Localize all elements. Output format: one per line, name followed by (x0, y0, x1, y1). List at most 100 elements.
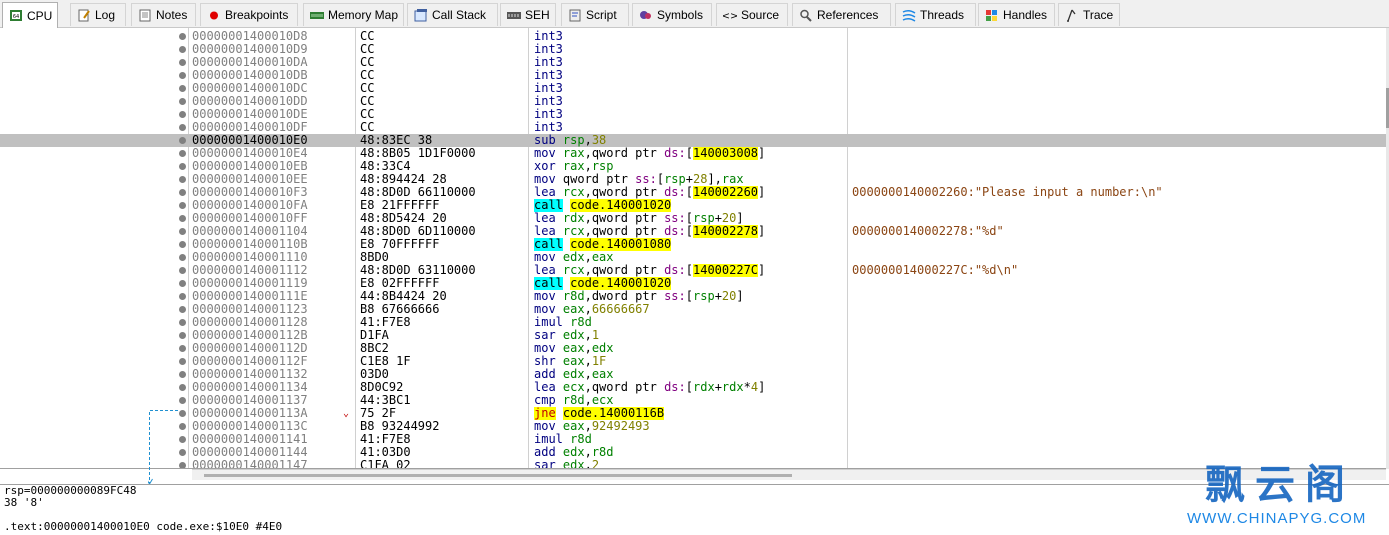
breakpoint-dot-icon[interactable] (179, 150, 186, 157)
disasm-row[interactable]: 00000001400010F3 48:8D0D 66110000 lea rcx,… (0, 186, 1386, 199)
breakpoint-dot-icon[interactable] (179, 189, 186, 196)
breakpoint-dot-icon[interactable] (179, 371, 186, 378)
breakpoint-dot-icon[interactable] (179, 59, 186, 66)
breakpoint-dot-icon[interactable] (179, 423, 186, 430)
breakpoint-dot-icon[interactable] (179, 319, 186, 326)
tab-script[interactable]: Script (561, 3, 629, 26)
disasm-row[interactable]: 000000014000110B E8 70FFFFFF call code.140… (0, 238, 1386, 251)
instruction-token: ] (758, 264, 766, 277)
breakpoint-dot-icon[interactable] (179, 449, 186, 456)
breakpoint-dot-icon[interactable] (179, 436, 186, 443)
tab-trace[interactable]: Trace (1058, 3, 1120, 26)
breakpoint-dot-icon[interactable] (179, 202, 186, 209)
instruction-token: 1 (591, 329, 600, 342)
horizontal-scrollbar[interactable] (192, 469, 1386, 480)
breakpoint-dot-icon[interactable] (179, 306, 186, 313)
disasm-row[interactable]: 00000001400010EB 48:33C4 xor rax,rsp (0, 160, 1386, 173)
breakpoint-dot-icon[interactable] (179, 33, 186, 40)
breakpoint-dot-icon[interactable] (179, 293, 186, 300)
disasm-row[interactable]: 0000000140001123 B8 67666666 mov eax,66666… (0, 303, 1386, 316)
disasm-row[interactable]: 000000014000111E 44:8B4424 20 mov r8d,dwor… (0, 290, 1386, 303)
disasm-row[interactable]: 00000001400010DC CC int3 (0, 82, 1386, 95)
breakpoint-dot-icon[interactable] (179, 280, 186, 287)
disasm-row[interactable]: 00000001400010DF CC int3 (0, 121, 1386, 134)
instruction-token: rax (562, 147, 585, 160)
breakpoint-dot-icon[interactable] (179, 46, 186, 53)
tab-memory-map[interactable]: Memory Map (303, 3, 404, 26)
tab-references[interactable]: References (792, 3, 891, 26)
instruction-token: int3 (534, 95, 563, 108)
breakpoint-dot-icon[interactable] (179, 163, 186, 170)
tab-notes[interactable]: Notes (131, 3, 196, 26)
disasm-row[interactable]: 00000001400010EE 48:894424 28 mov qword pt… (0, 173, 1386, 186)
instruction-token: 1F (591, 355, 607, 368)
tab-cpu[interactable]: 64 CPU (2, 2, 58, 28)
tab-log[interactable]: Log (70, 3, 126, 26)
breakpoint-dot-icon[interactable] (179, 410, 186, 417)
comment-cell (852, 108, 1382, 121)
breakpoint-dot-icon[interactable] (179, 345, 186, 352)
disasm-row[interactable]: 000000014000113A ⌄ 75 2F jne code.14000116B (0, 407, 1386, 420)
script-icon (568, 9, 582, 22)
disasm-row[interactable]: 000000014000113C B8 93244992 mov eax,92492… (0, 420, 1386, 433)
breakpoint-dot-icon[interactable] (179, 384, 186, 391)
breakpoint-dot-icon[interactable] (179, 137, 186, 144)
disasm-row[interactable]: 0000000140001112 48:8D0D 63110000 lea rcx,… (0, 264, 1386, 277)
breakpoint-dot-icon[interactable] (179, 98, 186, 105)
disasm-row[interactable]: 00000001400010FA E8 21FFFFFF call code.140… (0, 199, 1386, 212)
disasm-row[interactable]: 00000001400010D8 CC int3 (0, 30, 1386, 43)
disasm-row[interactable]: 00000001400010D9 CC int3 (0, 43, 1386, 56)
breakpoint-dot-icon[interactable] (179, 85, 186, 92)
disasm-row[interactable]: 00000001400010DE CC int3 (0, 108, 1386, 121)
comment-cell (852, 69, 1382, 82)
tab-threads[interactable]: Threads (895, 3, 976, 26)
breakpoint-dot-icon[interactable] (179, 228, 186, 235)
disasm-row[interactable]: 00000001400010FF 48:8D5424 20 lea rdx,qwor… (0, 212, 1386, 225)
tab-call-stack[interactable]: Call Stack (407, 3, 498, 26)
disasm-row[interactable]: 0000000140001119 E8 02FFFFFF call code.140… (0, 277, 1386, 290)
disasm-row[interactable]: 00000001400010E0 48:83EC 38 sub rsp,38 (0, 134, 1386, 147)
memory-map-icon (310, 9, 324, 22)
comment-cell (852, 407, 1382, 420)
breakpoint-dot-icon[interactable] (179, 358, 186, 365)
disasm-row[interactable]: 0000000140001110 8BD0 mov edx,eax (0, 251, 1386, 264)
breakpoint-dot-icon[interactable] (179, 72, 186, 79)
tab-breakpoints[interactable]: Breakpoints (200, 3, 298, 26)
disassembly-view[interactable]: 00000001400010D8 CC int3 00000001400010D9 CC… (0, 28, 1389, 469)
instruction-token: ] (758, 186, 766, 199)
breakpoint-dot-icon[interactable] (179, 124, 186, 131)
disasm-row[interactable]: 000000014000112D 8BC2 mov eax,edx (0, 342, 1386, 355)
breakpoint-dot-icon[interactable] (179, 397, 186, 404)
tab-seh[interactable]: SEH (500, 3, 556, 26)
disasm-row[interactable]: 0000000140001141 41:F7E8 imul r8d (0, 433, 1386, 446)
tab-source[interactable]: <> Source (716, 3, 788, 26)
address-cell: 00000001400010E0 (192, 134, 308, 147)
breakpoint-dot-icon[interactable] (179, 215, 186, 222)
disasm-row[interactable]: 000000014000112F C1E8 1F shr eax,1F (0, 355, 1386, 368)
disasm-row[interactable]: 000000014000112B D1FA sar edx,1 (0, 329, 1386, 342)
breakpoint-dot-icon[interactable] (179, 254, 186, 261)
instruction-token: sub (534, 134, 563, 147)
breakpoint-dot-icon[interactable] (179, 267, 186, 274)
breakpoint-dot-icon[interactable] (179, 176, 186, 183)
disasm-row[interactable]: 0000000140001104 48:8D0D 6D110000 lea rcx,… (0, 225, 1386, 238)
horizontal-scroll-thumb[interactable] (204, 474, 792, 477)
breakpoint-dot-icon[interactable] (179, 462, 186, 468)
disasm-row[interactable]: 0000000140001137 44:3BC1 cmp r8d,ecx (0, 394, 1386, 407)
comment-cell (852, 147, 1382, 160)
breakpoint-dot-icon[interactable] (179, 241, 186, 248)
breakpoint-dot-icon[interactable] (179, 111, 186, 118)
disasm-row[interactable]: 00000001400010DD CC int3 (0, 95, 1386, 108)
disasm-row[interactable]: 0000000140001132 03D0 add edx,eax (0, 368, 1386, 381)
disasm-row[interactable]: 0000000140001134 8D0C92 lea ecx,qword ptr … (0, 381, 1386, 394)
breakpoint-dot-icon[interactable] (179, 332, 186, 339)
disasm-row[interactable]: 0000000140001128 41:F7E8 imul r8d (0, 316, 1386, 329)
disasm-row[interactable]: 00000001400010E4 48:8B05 1D1F0000 mov rax,… (0, 147, 1386, 160)
disasm-row[interactable]: 0000000140001147 C1FA 02 sar edx,2 (0, 459, 1386, 468)
tab-handles[interactable]: Handles (978, 3, 1055, 26)
disasm-row[interactable]: 00000001400010DB CC int3 (0, 69, 1386, 82)
disasm-row[interactable]: 0000000140001144 41:03D0 add edx,r8d (0, 446, 1386, 459)
disasm-row[interactable]: 00000001400010DA CC int3 (0, 56, 1386, 69)
comment-cell (852, 251, 1382, 264)
tab-symbols[interactable]: Symbols (632, 3, 712, 26)
